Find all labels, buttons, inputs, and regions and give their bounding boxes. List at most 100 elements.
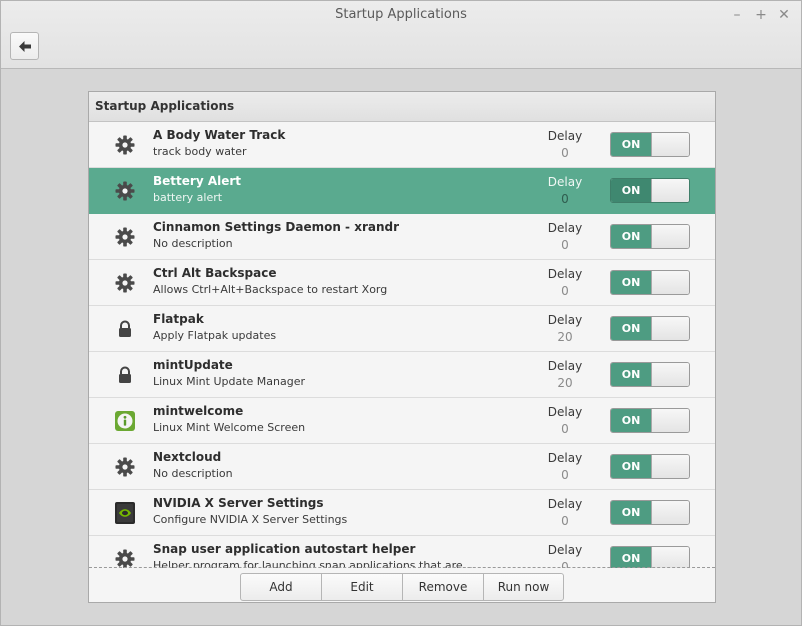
enable-toggle[interactable]: ON — [610, 546, 690, 568]
startup-app-row[interactable]: Snap user application autostart helper He… — [89, 536, 715, 568]
delay-value: 20 — [557, 330, 573, 344]
delay-label: Delay — [547, 405, 583, 419]
startup-app-row[interactable]: Cinnamon Settings Daemon - xrandr No desc… — [89, 214, 715, 260]
toggle-on-label: ON — [611, 363, 651, 386]
window-title: Startup Applications — [335, 7, 467, 22]
app-description: Apply Flatpak updates — [153, 329, 277, 342]
delay-label: Delay — [547, 543, 583, 557]
lock-icon — [113, 317, 137, 341]
toggle-knob[interactable] — [651, 317, 689, 340]
lock-icon — [113, 363, 137, 387]
app-name: Nextcloud — [153, 450, 222, 464]
delay-value: 0 — [561, 192, 569, 206]
toggle-knob[interactable] — [651, 501, 689, 524]
toggle-on-label: ON — [611, 179, 651, 202]
delay-value: 0 — [561, 422, 569, 436]
toggle-on-label: ON — [611, 455, 651, 478]
gear-icon — [113, 455, 137, 479]
toggle-knob[interactable] — [651, 225, 689, 248]
gear-icon — [113, 547, 137, 568]
startup-app-row[interactable]: Ctrl Alt Backspace Allows Ctrl+Alt+Backsp… — [89, 260, 715, 306]
toggle-knob[interactable] — [651, 455, 689, 478]
maximize-button[interactable]: + — [752, 6, 770, 24]
app-name: Flatpak — [153, 312, 204, 326]
delay-value: 0 — [561, 238, 569, 252]
toggle-on-label: ON — [611, 547, 651, 568]
startup-apps-list[interactable]: A Body Water Track track body water Delay 0… — [89, 122, 715, 568]
startup-app-row[interactable]: Flatpak Apply Flatpak updates Delay 20 ON — [89, 306, 715, 352]
back-button[interactable] — [10, 32, 39, 60]
app-description: track body water — [153, 145, 247, 158]
app-description: Allows Ctrl+Alt+Backspace to restart Xor… — [153, 283, 388, 296]
toggle-knob[interactable] — [651, 133, 689, 156]
app-description: Configure NVIDIA X Server Settings — [153, 513, 348, 526]
delay-label: Delay — [547, 451, 583, 465]
gear-icon — [113, 225, 137, 249]
toggle-on-label: ON — [611, 271, 651, 294]
delay-label: Delay — [547, 359, 583, 373]
delay-label: Delay — [547, 267, 583, 281]
app-name: mintwelcome — [153, 404, 244, 418]
edit-button[interactable]: Edit — [321, 573, 403, 601]
app-name: Ctrl Alt Backspace — [153, 266, 277, 280]
app-description: battery alert — [153, 191, 223, 204]
panel-title: Startup Applications — [95, 99, 235, 113]
startup-apps-panel: Startup Applications A Body Water Track t… — [88, 91, 716, 603]
info-icon — [113, 409, 137, 433]
app-description: Linux Mint Update Manager — [153, 375, 306, 388]
startup-app-row[interactable]: Bettery Alert battery alert Delay 0 ON — [89, 168, 715, 214]
enable-toggle[interactable]: ON — [610, 224, 690, 249]
delay-label: Delay — [547, 221, 583, 235]
app-name: Snap user application autostart helper — [153, 542, 416, 556]
toggle-on-label: ON — [611, 317, 651, 340]
delay-label: Delay — [547, 129, 583, 143]
enable-toggle[interactable]: ON — [610, 178, 690, 203]
delay-label: Delay — [547, 175, 583, 189]
toggle-on-label: ON — [611, 133, 651, 156]
close-button[interactable]: ✕ — [775, 6, 793, 24]
app-name: mintUpdate — [153, 358, 233, 372]
enable-toggle[interactable]: ON — [610, 408, 690, 433]
delay-value: 0 — [561, 468, 569, 482]
enable-toggle[interactable]: ON — [610, 270, 690, 295]
delay-value: 0 — [561, 146, 569, 160]
toggle-knob[interactable] — [651, 547, 689, 568]
enable-toggle[interactable]: ON — [610, 362, 690, 387]
delay-label: Delay — [547, 313, 583, 327]
startup-app-row[interactable]: NVIDIA X Server Settings Configure NVIDIA… — [89, 490, 715, 536]
add-button[interactable]: Add — [240, 573, 322, 601]
startup-applications-window: Startup Applications – + ✕ Startup Appli… — [0, 0, 802, 626]
toggle-knob[interactable] — [651, 179, 689, 202]
remove-button[interactable]: Remove — [402, 573, 484, 601]
enable-toggle[interactable]: ON — [610, 316, 690, 341]
app-name: NVIDIA X Server Settings — [153, 496, 324, 510]
toggle-knob[interactable] — [651, 363, 689, 386]
toggle-knob[interactable] — [651, 409, 689, 432]
delay-value: 0 — [561, 514, 569, 528]
titlebar: Startup Applications – + ✕ — [1, 1, 801, 69]
delay-label: Delay — [547, 497, 583, 511]
run-now-button[interactable]: Run now — [483, 573, 564, 601]
nvidia-icon — [113, 501, 137, 525]
toggle-knob[interactable] — [651, 271, 689, 294]
startup-app-row[interactable]: Nextcloud No description Delay 0 ON — [89, 444, 715, 490]
app-description: No description — [153, 467, 233, 480]
delay-value: 20 — [557, 376, 573, 390]
minimize-button[interactable]: – — [728, 6, 746, 24]
toggle-on-label: ON — [611, 501, 651, 524]
startup-app-row[interactable]: mintwelcome Linux Mint Welcome Screen Dela… — [89, 398, 715, 444]
gear-icon — [113, 179, 137, 203]
toggle-on-label: ON — [611, 409, 651, 432]
toggle-on-label: ON — [611, 225, 651, 248]
enable-toggle[interactable]: ON — [610, 132, 690, 157]
arrow-left-icon — [19, 41, 31, 52]
startup-app-row[interactable]: mintUpdate Linux Mint Update Manager Delay… — [89, 352, 715, 398]
enable-toggle[interactable]: ON — [610, 500, 690, 525]
list-separator — [89, 567, 715, 569]
gear-icon — [113, 133, 137, 157]
gear-icon — [113, 271, 137, 295]
enable-toggle[interactable]: ON — [610, 454, 690, 479]
app-description: No description — [153, 237, 233, 250]
action-button-bar: Add Edit Remove Run now — [240, 573, 564, 601]
startup-app-row[interactable]: A Body Water Track track body water Delay 0… — [89, 122, 715, 168]
